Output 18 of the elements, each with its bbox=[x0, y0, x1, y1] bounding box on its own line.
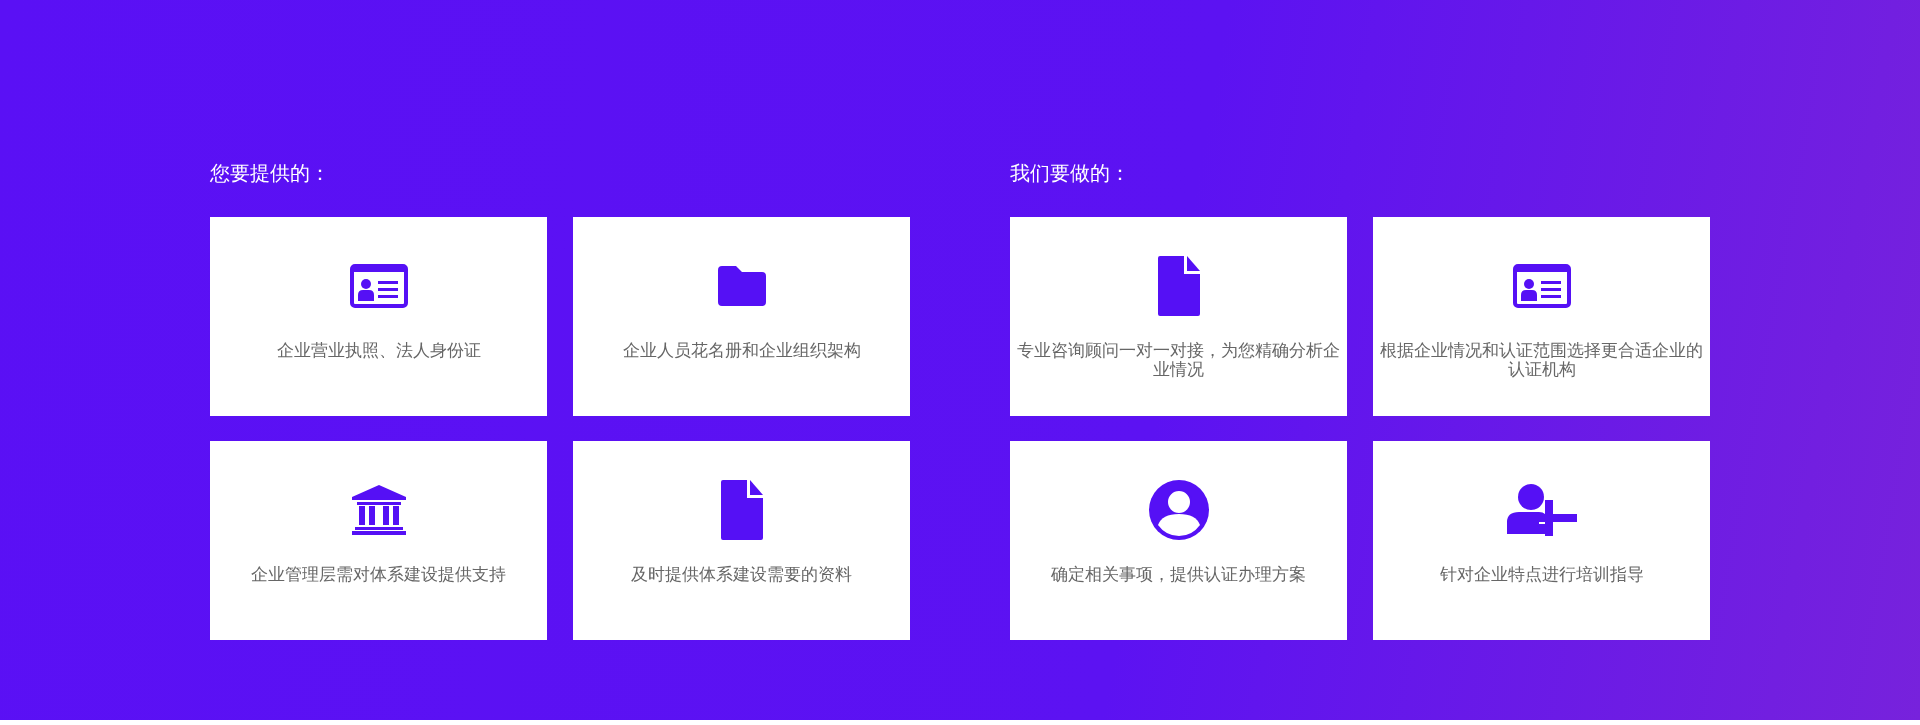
card-text: 企业营业执照、法人身份证 bbox=[276, 341, 481, 360]
user-plus-icon bbox=[1506, 484, 1577, 536]
section-heading: 您要提供的： bbox=[210, 160, 331, 186]
section-heading: 我们要做的： bbox=[1010, 160, 1131, 186]
card-text: 针对企业特点进行培训指导 bbox=[1439, 565, 1644, 584]
folder-icon bbox=[717, 266, 766, 306]
card-text: 专业咨询顾问一对一对接，为您精确分析企业情况 bbox=[1016, 341, 1341, 379]
card-text: 企业人员花名册和企业组织架构 bbox=[622, 341, 861, 360]
bank-icon bbox=[351, 485, 406, 535]
id-card-icon bbox=[349, 264, 408, 308]
card-text: 根据企业情况和认证范围选择更合适企业的认证机构 bbox=[1379, 341, 1704, 379]
file-icon bbox=[720, 480, 763, 540]
id-card-icon bbox=[1512, 264, 1571, 308]
card-text: 确定相关事项，提供认证办理方案 bbox=[1051, 565, 1306, 584]
card-text: 企业管理层需对体系建设提供支持 bbox=[251, 565, 506, 584]
file-icon bbox=[1157, 256, 1200, 316]
card-text: 及时提供体系建设需要的资料 bbox=[631, 565, 852, 584]
user-circle-icon bbox=[1148, 480, 1209, 540]
